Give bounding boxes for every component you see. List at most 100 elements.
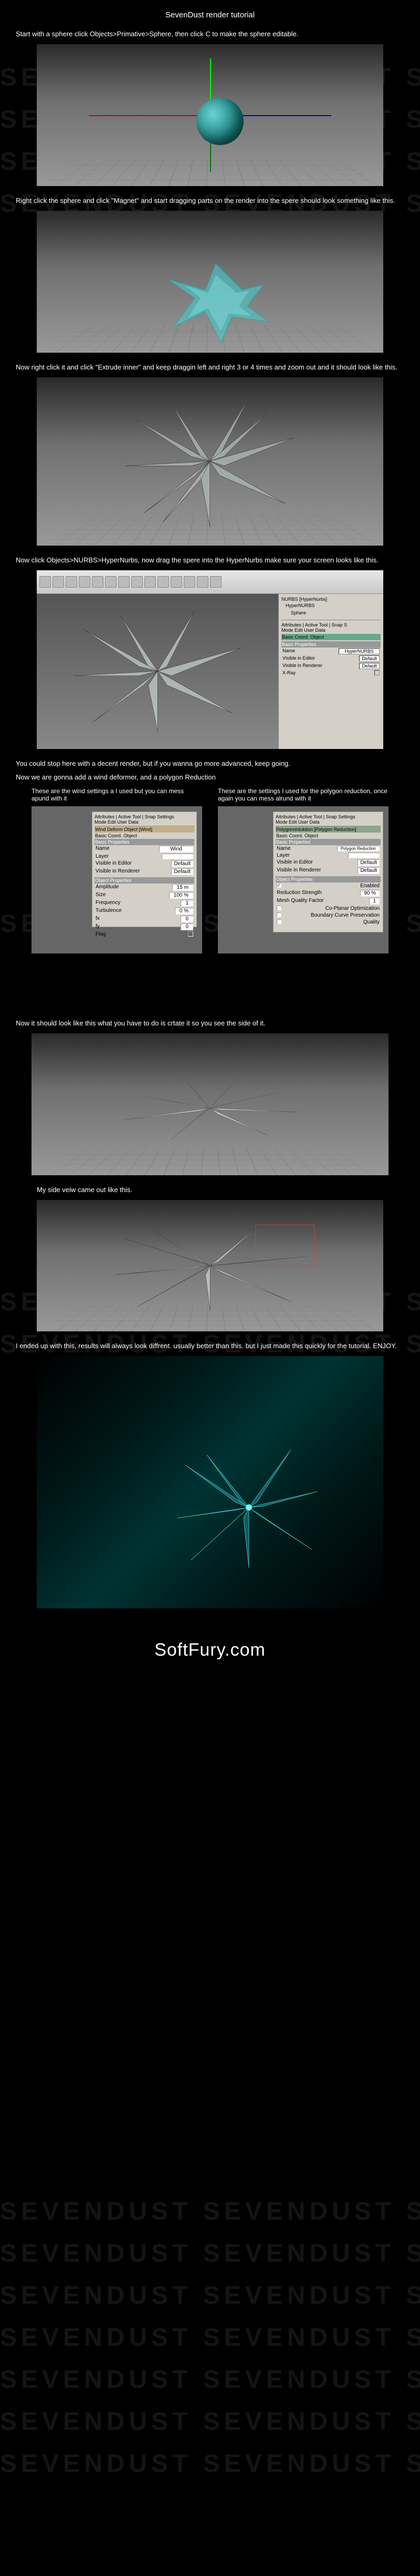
enabled-checkbox[interactable]: ✓ [277,883,281,888]
layer-input[interactable] [348,853,380,858]
freq-input[interactable]: 1 [181,900,193,907]
step-9-text: I ended up with this, results will alway… [16,1342,404,1351]
settings-row: These are the wind settings a I used but… [32,787,388,953]
toolbar-icon[interactable] [118,576,130,588]
panel-tabs[interactable]: Attributes | Active Tool | Snap Settings [94,814,194,819]
figure-extrude [37,377,383,546]
obj-heading: Object Properties [276,876,381,882]
attr-tabs2[interactable]: Basic Coord. Object [281,634,381,640]
mesh-input[interactable]: 1 [369,898,380,905]
vis-render-select[interactable]: Default [359,663,380,669]
toolbar-icon[interactable] [52,576,64,588]
basic-heading: Basic Properties [94,839,194,845]
turb-label: Turbulence [96,908,122,915]
step-3-text: Now right click it and click "Extrude in… [16,363,404,372]
cp1-checkbox[interactable] [277,906,281,910]
amp-label: Amplitude [96,884,119,891]
toolbar-icon[interactable] [184,576,195,588]
attr-mode[interactable]: Mode Edit User Data [281,628,381,633]
fy-input[interactable]: 0 [181,923,193,930]
magnet-shape-icon [158,253,274,348]
panel-tab2[interactable]: Basic Coord. Object [94,833,194,839]
c4d-side-panel: NURBS [HyperNurbs] HyperNURBS Sphere Att… [278,594,383,749]
fy-label: fy [96,923,100,930]
step-8-text: My side veiw came out like this. [37,1186,404,1195]
final-burst-icon [175,1444,322,1571]
vis-editor-label: Visible in Editor [282,655,315,662]
step-7-text: Now it should look like this what you ha… [16,1019,404,1028]
toolbar-icon[interactable] [92,576,103,588]
panel-tab2[interactable]: Basic Coord. Object [276,833,381,839]
extrude-shape-icon [78,391,342,532]
poly-settings-text: These are the settings I used for the po… [218,787,388,802]
toolbar-icon[interactable] [197,576,208,588]
layer-label: Layer [96,854,109,859]
xray-label: X-Ray [282,670,296,675]
layer-label: Layer [277,853,290,858]
viewport-shape-icon [56,606,259,736]
figure-hypernurbs-ui: NURBS [HyperNurbs] HyperNURBS Sphere Att… [37,570,383,749]
toolbar-icon[interactable] [131,576,143,588]
obj-heading: Object Properties [94,877,194,884]
figure-sideview [37,1200,383,1331]
hierarchy-item[interactable]: Sphere [281,609,381,620]
vis1-select[interactable]: Default [358,859,380,866]
size-input[interactable]: 100 % [169,892,193,899]
vis2-select[interactable]: Default [171,868,193,875]
toolbar-icon[interactable] [158,576,169,588]
name-label: Name [96,846,110,853]
wind-panel: Attributes | Active Tool | Snap Settings… [32,806,202,953]
poly-panel: Attributes | Active Tool | Snap Settings… [218,806,388,953]
amp-input[interactable]: 15 m [172,884,193,891]
vis1-label: Visible in Editor [277,859,313,866]
basic-heading: Basic Properties [281,641,381,648]
vis2-select[interactable]: Default [358,867,380,874]
panel-mode[interactable]: Mode Edit User Data [276,819,381,826]
footer-brand: SoftFury.com [16,1619,404,1692]
wind-settings-text: These are the wind settings a I used but… [32,787,202,802]
c4d-viewport[interactable] [37,594,278,749]
figure-rotate [32,1033,388,1175]
layer-input[interactable] [162,854,193,859]
tutorial-content: SevenDust render tutorial Start with a s… [0,0,420,1702]
toolbar-icon[interactable] [66,576,77,588]
fx-input[interactable]: 0 [181,916,193,922]
xray-checkbox[interactable] [374,670,380,675]
toolbar-icon[interactable] [144,576,156,588]
toolbar-icon[interactable] [79,576,90,588]
basic-heading: Basic Properties [276,839,381,845]
toolbar-icon[interactable] [210,576,222,588]
panel-mode[interactable]: Mode Edit User Data [94,819,194,826]
flat-shape-icon [60,1069,360,1147]
size-label: Size [96,892,106,899]
vis-editor-select[interactable]: Default [359,655,380,662]
side-shape-icon [65,1216,355,1316]
toolbar-icon[interactable] [39,576,51,588]
vis1-select[interactable]: Default [171,860,193,867]
vis2-label: Visible in Renderer [96,868,140,875]
name-input[interactable]: Polygon Reduction [337,846,380,851]
hierarchy-title: NURBS [HyperNurbs] [281,597,381,602]
vis-render-label: Visible in Renderer [282,663,322,669]
toolbar-icon[interactable] [171,576,182,588]
flag-checkbox[interactable] [188,931,193,937]
name-label: Name [282,648,295,654]
cp2-checkbox[interactable] [277,912,281,917]
cp3-checkbox[interactable] [277,919,281,924]
step-4-text: Now click Objects>NURBS>HyperNurbs, now … [16,556,404,565]
toolbar-icon[interactable] [105,576,117,588]
turb-input[interactable]: 0 % [175,908,193,915]
attr-tabs[interactable]: Attributes | Active Tool | Snap S [281,620,381,628]
figure-final-render [37,1356,383,1608]
name-input[interactable]: HyperNURBS [339,648,380,654]
red-input[interactable]: 90 % [360,890,380,897]
figure-magnet [37,211,383,353]
panel-tabs[interactable]: Attributes | Active Tool | Snap Settings [276,814,381,819]
hierarchy-item[interactable]: HyperNURBS [281,602,381,609]
c4d-toolbar [37,570,383,594]
vis1-label: Visible in Editor [96,860,132,867]
figure-sphere [37,44,383,186]
tutorial-title: SevenDust render tutorial [16,11,404,19]
freq-label: Frequency [96,900,120,907]
name-input[interactable]: Wind [159,846,193,853]
